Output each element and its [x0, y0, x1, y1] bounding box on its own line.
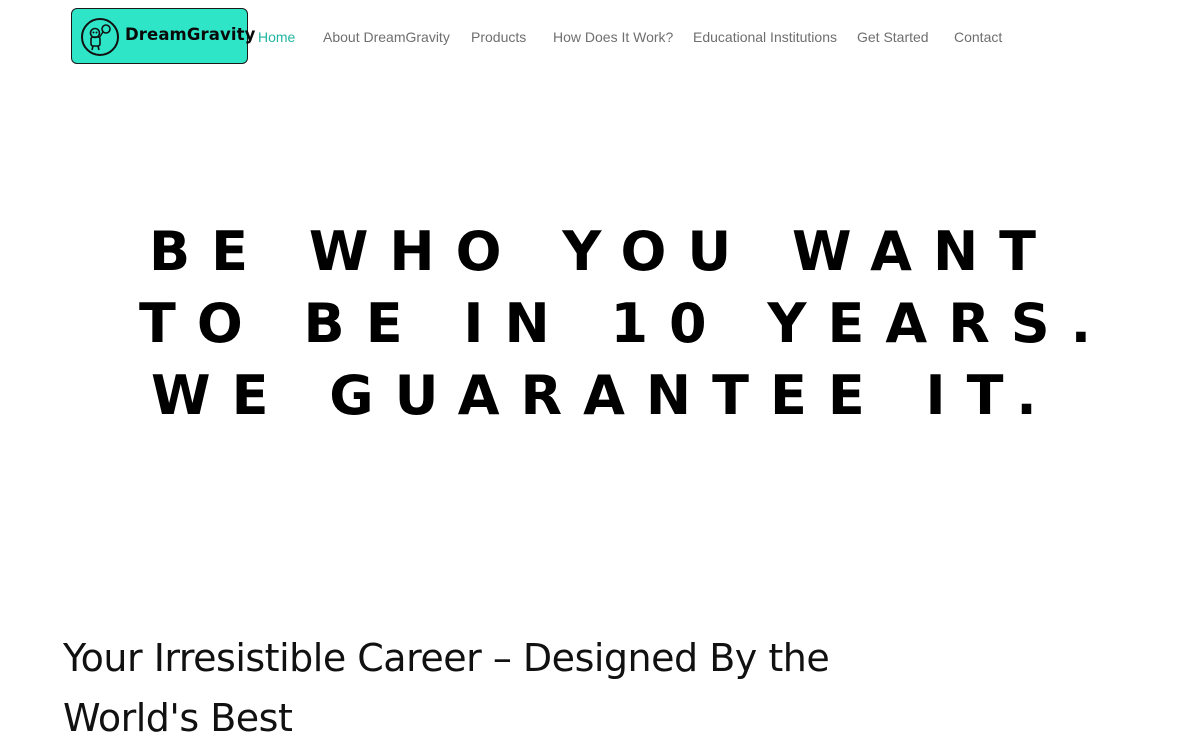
nav-item-products[interactable]: Products [471, 29, 526, 45]
main-navigation: Home About DreamGravity Products How Doe… [0, 29, 1193, 47]
section-heading: Your Irresistible Career – Designed By t… [63, 628, 943, 748]
nav-item-contact[interactable]: Contact [954, 29, 1002, 45]
section-heading-line-2: World's Best [63, 696, 293, 740]
hero-headline-line-2: TO BE IN 10 YEARS. [139, 292, 1113, 355]
section-heading-line-1: Your Irresistible Career – Designed By t… [63, 636, 830, 680]
nav-item-how-it-works[interactable]: How Does It Work? [553, 29, 673, 45]
nav-item-get-started[interactable]: Get Started [857, 29, 929, 45]
nav-item-educational-institutions[interactable]: Educational Institutions [693, 29, 837, 45]
hero-headline-line-3: WE GUARANTEE IT. [151, 364, 1058, 427]
nav-item-home[interactable]: Home [258, 29, 295, 45]
nav-item-about[interactable]: About DreamGravity [323, 29, 450, 45]
hero-headline-line-1: BE WHO YOU WANT [149, 220, 1057, 283]
